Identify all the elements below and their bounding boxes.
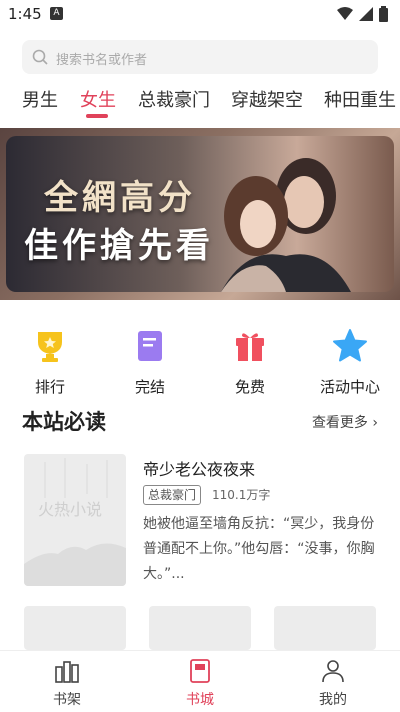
quick-link-finished[interactable]: 完结	[110, 328, 190, 397]
tab-ceo-romance[interactable]: 总裁豪门	[138, 86, 210, 112]
status-time: 1:45	[8, 5, 42, 23]
book-description: 她被他逼至墙角反抗：“冥少，我身份普通配不上你。”他勾唇：“没事，你胸大。”..…	[143, 516, 375, 582]
notification-icon: A	[50, 7, 63, 20]
nav-label: 我的	[319, 692, 347, 708]
nav-label: 书城	[186, 692, 214, 708]
user-icon	[322, 660, 344, 683]
section-title: 本站必读	[22, 410, 106, 434]
quick-link-free[interactable]: 免费	[210, 328, 290, 397]
star-icon	[333, 329, 367, 362]
cover-placeholder-text: 火热小说	[38, 500, 103, 519]
quick-link-label: 免费	[234, 378, 265, 396]
signal-icon	[359, 7, 373, 21]
book-genre-tag: 总裁豪门	[143, 485, 202, 505]
nav-bookstore[interactable]: 书城	[160, 659, 240, 709]
book-icon	[190, 659, 210, 683]
active-tab-indicator	[86, 114, 108, 118]
quick-link-ranking[interactable]: 排行	[10, 328, 90, 397]
bottom-navigation: 书架 书城 我的	[0, 650, 400, 712]
tab-female[interactable]: 女生	[80, 86, 116, 112]
search-icon	[32, 49, 48, 65]
tab-time-travel[interactable]: 穿越架空	[231, 86, 303, 112]
status-icons	[337, 6, 388, 22]
quick-link-label: 排行	[34, 378, 65, 396]
gift-icon	[236, 333, 264, 361]
nav-profile[interactable]: 我的	[293, 659, 373, 709]
bookshelf-icon	[55, 661, 79, 683]
banner-subheadline: 佳作搶先看	[24, 226, 214, 266]
book-cover[interactable]	[149, 606, 251, 650]
quick-link-label: 完结	[134, 378, 165, 396]
banner-headline: 全網高分	[44, 178, 196, 218]
book-title[interactable]: 帝少老公夜夜来	[143, 456, 255, 480]
book-cover[interactable]: 火热小说	[24, 454, 126, 586]
book-word-count: 110.1万字	[212, 488, 271, 502]
category-tabs: 男生 女生 总裁豪门 穿越架空 种田重生	[0, 86, 400, 122]
promo-banner[interactable]: 全網高分 佳作搶先看	[0, 128, 400, 300]
book-icon	[138, 331, 162, 361]
tab-farming-rebirth[interactable]: 种田重生	[324, 86, 396, 112]
see-more-link[interactable]: 查看更多 ›	[312, 412, 378, 432]
battery-icon	[379, 6, 388, 22]
book-cover[interactable]	[24, 606, 126, 650]
book-cover[interactable]	[274, 606, 376, 650]
wifi-icon	[337, 7, 353, 20]
quick-link-events[interactable]: 活动中心	[310, 328, 390, 397]
search-input[interactable]: 搜索书名或作者	[56, 49, 147, 68]
tab-male[interactable]: 男生	[22, 86, 58, 112]
nav-label: 书架	[53, 692, 81, 708]
quick-link-label: 活动中心	[319, 378, 380, 396]
status-bar: 1:45 A	[0, 0, 400, 30]
nav-bookshelf[interactable]: 书架	[27, 659, 107, 709]
banner-image: 全網高分 佳作搶先看	[6, 136, 394, 292]
search-bar[interactable]: 搜索书名或作者	[22, 40, 378, 74]
trophy-icon	[38, 332, 62, 362]
placeholder-cover-art	[24, 458, 126, 586]
